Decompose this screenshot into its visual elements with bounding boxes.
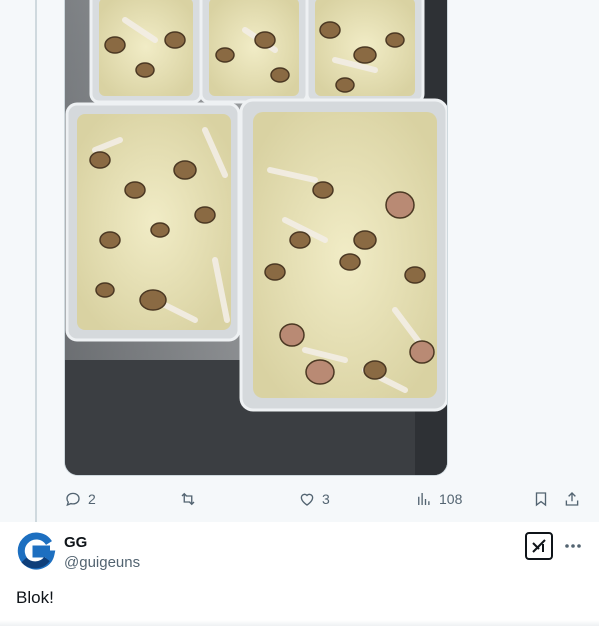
more-options-button[interactable] [562,536,584,556]
reply-button[interactable]: 2 [64,486,96,512]
avatar[interactable] [16,532,56,572]
divider [0,620,599,626]
food-photo [65,0,447,475]
retweet-icon [181,492,195,506]
thread-connector-line [35,0,37,528]
reply-count: 2 [88,491,96,507]
tweet-media-image[interactable] [64,0,448,476]
share-icon [565,492,579,506]
views-button[interactable]: 108 [415,486,462,512]
like-count: 3 [322,491,330,507]
bookmark-button[interactable] [532,486,550,512]
author-handle[interactable]: @guigeuns [64,554,140,571]
author-display-name[interactable]: GG [64,534,87,551]
avatar-logo [16,532,56,572]
heart-icon [300,493,314,506]
grok-button[interactable] [525,532,553,560]
like-button[interactable]: 3 [298,486,330,512]
reply-icon [66,492,80,507]
tweet-action-bar: 2 3 108 [64,486,586,512]
tweet-text: Blok! [16,588,54,607]
bookmark-icon [535,492,547,507]
tweet-card: 2 3 108 [0,0,599,528]
more-dots-icon [565,544,581,548]
grok-icon [532,539,546,553]
next-tweet[interactable]: GG @guigeuns Blok! [0,522,599,626]
share-button[interactable] [563,486,581,512]
views-count: 108 [439,491,463,507]
retweet-button[interactable] [179,486,203,512]
views-chart-icon [418,493,430,505]
